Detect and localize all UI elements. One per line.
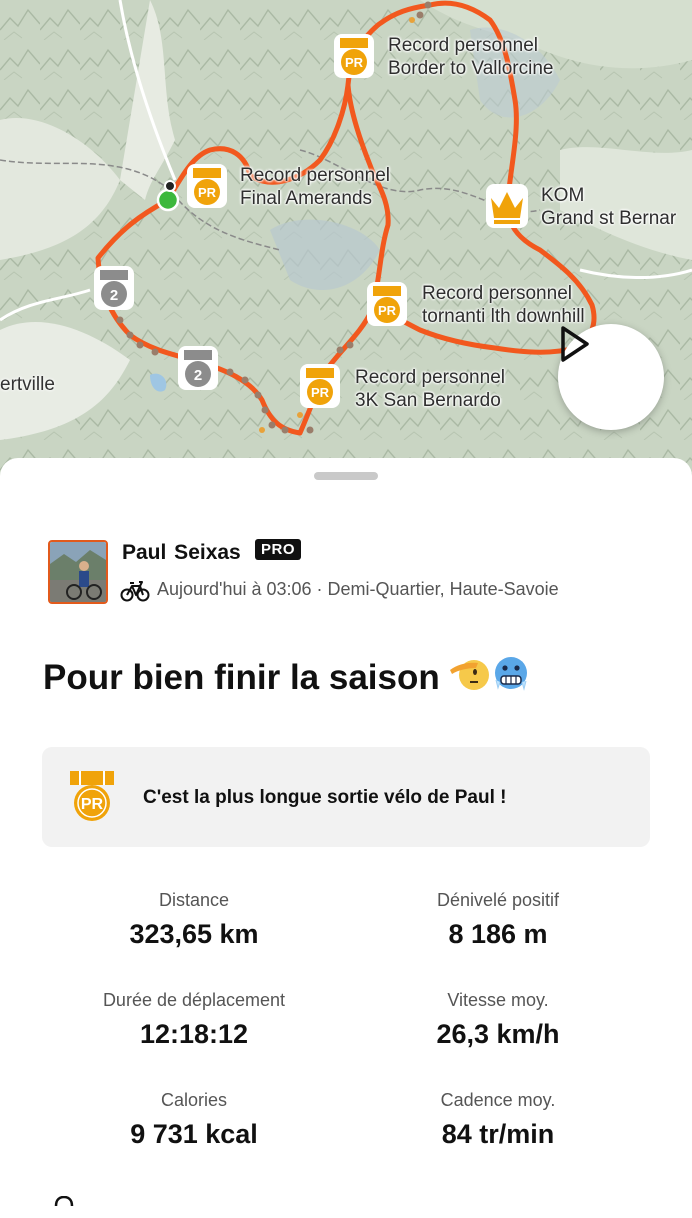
- activity-meta: Aujourd'hui à 03:06 · Demi-Quartier, Hau…: [157, 579, 559, 599]
- segment-label: Record personnel Final Amerands: [240, 164, 390, 210]
- segment-label: Record personnel 3K San Bernardo: [355, 366, 505, 412]
- sheet-drag-handle[interactable]: [314, 472, 378, 480]
- stat-value: 323,65 km: [129, 919, 259, 949]
- stat-distance: Distance 323,65 km: [44, 890, 344, 950]
- achievement-text: C'est la plus longue sortie vélo de Paul…: [143, 787, 507, 808]
- play-flyover-button[interactable]: [558, 324, 664, 430]
- stat-moving-time: Durée de déplacement 12:18:12: [44, 990, 344, 1050]
- pr-medal-icon: PR: [64, 767, 120, 830]
- stat-value: 9 731 kcal: [130, 1119, 258, 1149]
- route-map[interactable]: PR PR PR PR 2 2 Record personnel Border …: [0, 0, 692, 480]
- segment-label-name: Grand st Bernar: [541, 208, 677, 229]
- stat-label: Distance: [158, 890, 230, 910]
- segment-label-name: Border to Vallorcine: [388, 58, 554, 79]
- saluting-face-icon: [448, 654, 490, 701]
- stat-average-speed: Vitesse moy. 26,3 km/h: [348, 990, 648, 1050]
- avatar[interactable]: [48, 540, 108, 604]
- stat-calories: Calories 9 731 kcal: [44, 1090, 344, 1150]
- segment-label-title: Record personnel: [355, 367, 505, 388]
- activity-title-text: Pour bien finir la saison: [43, 657, 440, 697]
- athlete-name[interactable]: Paul Seixas: [122, 541, 241, 565]
- segment-label: KOM Grand st Bernar: [541, 184, 676, 230]
- stat-label: Calories: [160, 1090, 228, 1110]
- stat-label: Dénivelé positif: [436, 890, 560, 910]
- segment-label-title: Record personnel: [388, 35, 538, 56]
- segment-label-title: Record personnel: [240, 165, 390, 186]
- svg-text:PR: PR: [81, 796, 104, 813]
- svg-text:2: 2: [194, 367, 202, 384]
- pro-badge: PRO: [255, 539, 302, 560]
- segment-label: Record personnel tornanti lth downhill: [422, 282, 585, 328]
- achievement-card[interactable]: PR C'est la plus longue sortie vélo de P…: [42, 747, 650, 847]
- stat-label: Cadence moy.: [440, 1090, 556, 1110]
- svg-text:PR: PR: [198, 185, 217, 200]
- segment-label-name: 3K San Bernardo: [355, 390, 501, 411]
- segment-label-name: Final Amerands: [240, 188, 373, 209]
- svg-text:PR: PR: [345, 55, 364, 70]
- play-icon: [561, 326, 589, 362]
- segment-label-title: KOM: [541, 185, 585, 206]
- segment-label: Record personnel Border to Vallorcine: [388, 34, 553, 80]
- stat-label: Vitesse moy.: [447, 990, 549, 1010]
- stat-average-cadence: Cadence moy. 84 tr/min: [348, 1090, 648, 1150]
- cold-face-icon: [492, 654, 530, 701]
- segment-label-title: Record personnel: [422, 283, 572, 304]
- stat-label: Durée de déplacement: [102, 990, 286, 1010]
- bike-icon: [120, 580, 150, 607]
- partial-icon: [52, 1193, 76, 1211]
- activity-sheet: Paul Seixas PRO Aujourd'hui à 03:06 · De…: [0, 458, 692, 1218]
- stat-value: 84 tr/min: [441, 1119, 555, 1149]
- svg-text:2: 2: [110, 287, 118, 304]
- place-label: ertville: [0, 374, 55, 395]
- activity-title: Pour bien finir la saison: [43, 654, 530, 701]
- stat-elevation-gain: Dénivelé positif 8 186 m: [348, 890, 648, 950]
- stat-value: 26,3 km/h: [436, 1019, 560, 1049]
- stat-value: 12:18:12: [139, 1019, 249, 1049]
- stat-value: 8 186 m: [448, 919, 548, 949]
- svg-text:PR: PR: [311, 385, 330, 400]
- svg-text:PR: PR: [378, 303, 397, 318]
